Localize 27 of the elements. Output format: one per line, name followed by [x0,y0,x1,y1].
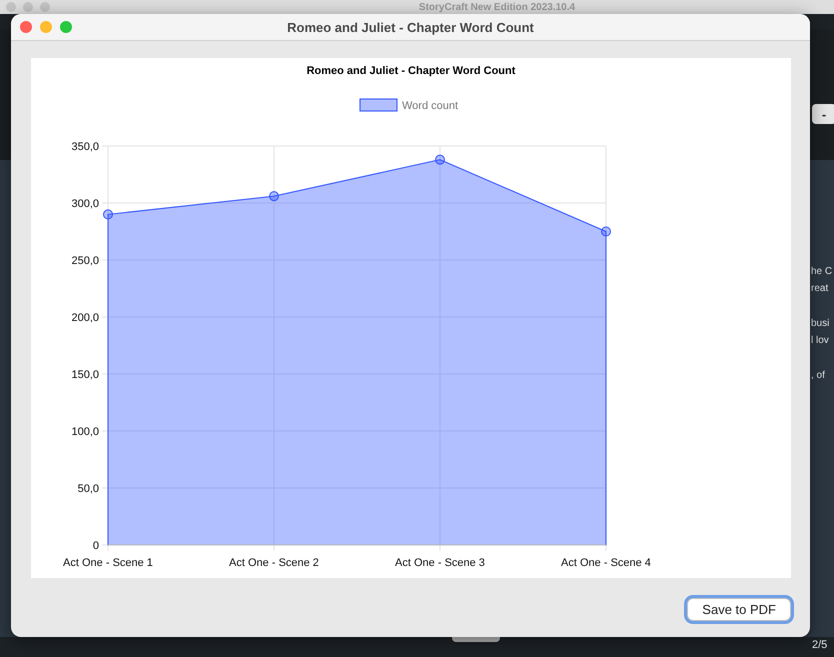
window-title: StoryCraft New Edition 2023.10.4 [418,2,576,12]
text-line: , of [811,369,826,383]
x-tick-label: Act One - Scene 3 [395,557,485,569]
text-line: l lov [811,334,830,348]
save-pdf-button[interactable]: Save to PDF [687,598,791,621]
y-tick-label: 350,0 [71,141,99,153]
text-line: he C [811,265,832,279]
y-tick-label: 100,0 [71,426,99,438]
y-tick-label: 200,0 [71,312,99,324]
close-icon[interactable] [20,21,32,33]
x-tick-label: Act One - Scene 1 [63,557,153,569]
y-tick-label: 50,0 [78,483,99,495]
window-title: Romeo and Juliet - Chapter Word Count [287,20,534,34]
text-line: busi [811,317,830,331]
chart-title: Romeo and Juliet - Chapter Word Count [306,65,516,77]
toolbar-button[interactable]: - [812,104,834,124]
page-indicator: 2/5 [812,639,828,651]
x-tick-label: Act One - Scene 4 [561,557,651,569]
y-tick-label: 0 [92,540,99,552]
y-tick-label: 150,0 [71,369,99,381]
minimize-icon[interactable] [40,21,52,33]
x-tick-label: Act One - Scene 2 [229,557,319,569]
y-tick-label: 250,0 [71,255,99,267]
zoom-icon[interactable] [60,21,72,33]
y-tick-label: 300,0 [71,198,99,210]
legend-label: Word count [402,100,458,112]
text-line: reat [811,282,830,296]
